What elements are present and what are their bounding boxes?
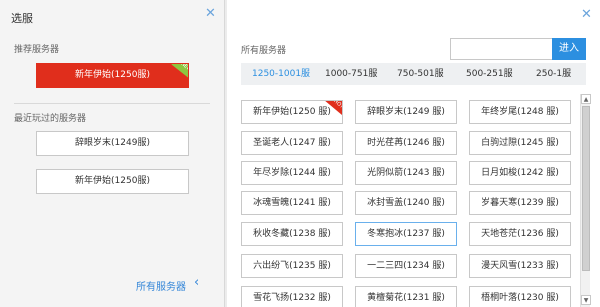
server-label: 六出纷飞(1235 服): [253, 261, 331, 271]
server-button[interactable]: 年尽岁除(1244 服): [241, 161, 343, 185]
server-button[interactable]: 梧桐叶落(1230 服): [469, 286, 571, 307]
server-button[interactable]: 日月如梭(1242 服): [469, 161, 571, 185]
server-label: 冰魂雪魄(1241 服): [253, 198, 331, 208]
server-label: 日月如梭(1242 服): [481, 168, 559, 178]
server-button[interactable]: 白驹过隙(1245 服): [469, 131, 571, 155]
divider: [14, 103, 210, 104]
recommended-server-label: 新年伊始(1250服): [75, 70, 150, 80]
recommended-label: 推荐服务器: [14, 45, 60, 55]
new-badge: NEW: [171, 64, 188, 81]
server-button[interactable]: 六出纷飞(1235 服): [241, 254, 343, 278]
server-label: 梧桐叶落(1230 服): [481, 293, 559, 303]
server-label: 圣诞老人(1247 服): [253, 138, 331, 148]
server-button[interactable]: 光阴似箭(1243 服): [355, 161, 457, 185]
server-button[interactable]: 辞眼岁末(1249 服): [355, 100, 457, 124]
scroll-down-icon[interactable]: ▼: [581, 295, 591, 305]
server-label: 冰封雪盖(1240 服): [367, 198, 445, 208]
server-label: 雪花飞扬(1232 服): [253, 293, 331, 303]
server-label: 光阴似箭(1243 服): [367, 168, 445, 178]
server-label: 天地苍茫(1236 服): [481, 229, 559, 239]
server-label: 白驹过隙(1245 服): [481, 138, 559, 148]
left-panel: 选服 ✕ 推荐服务器 新年伊始(1250服) NEW 最近玩过的服务器 辞眼岁末…: [0, 0, 225, 307]
chevron-left-icon[interactable]: ‹: [194, 276, 199, 289]
server-button[interactable]: 冰魂雪魄(1241 服): [241, 191, 343, 215]
panel-title: 选服: [11, 12, 33, 25]
search-input[interactable]: [450, 38, 553, 60]
server-label: 一二三四(1234 服): [367, 261, 445, 271]
server-button[interactable]: 黄檀菊花(1231 服): [355, 286, 457, 307]
server-label: 年尽岁除(1244 服): [253, 168, 331, 178]
server-button[interactable]: 年终岁尾(1248 服): [469, 100, 571, 124]
server-button[interactable]: 一二三四(1234 服): [355, 254, 457, 278]
scrollbar-thumb[interactable]: [582, 106, 590, 271]
recent-server-button[interactable]: 辞眼岁末(1249服): [36, 131, 189, 156]
range-tabs: 1250-1001服 1000-751服 750-501服 500-251服 2…: [241, 63, 586, 85]
server-label: 漫天风雪(1233 服): [481, 261, 559, 271]
server-button[interactable]: 冰封雪盖(1240 服): [355, 191, 457, 215]
server-button[interactable]: 圣诞老人(1247 服): [241, 131, 343, 155]
recommended-server-button[interactable]: 新年伊始(1250服) NEW: [36, 63, 189, 88]
scrollbar[interactable]: ▲ ▼: [580, 94, 591, 307]
server-label: 冬寒抱冰(1237 服): [367, 229, 445, 239]
server-button[interactable]: 岁暮天寒(1239 服): [469, 191, 571, 215]
server-label: 秋收冬藏(1238 服): [253, 229, 331, 239]
server-button[interactable]: 漫天风雪(1233 服): [469, 254, 571, 278]
server-button[interactable]: 新年伊始(1250 服) HOT: [241, 100, 343, 124]
all-servers-title: 所有服务器: [241, 46, 287, 56]
tab-range[interactable]: 500-251服: [466, 63, 513, 85]
right-panel: ✕ 所有服务器 进入 1250-1001服 1000-751服 750-501服…: [227, 0, 600, 307]
tab-range[interactable]: 750-501服: [397, 63, 444, 85]
recent-server-button[interactable]: 新年伊始(1250服): [36, 169, 189, 194]
server-button[interactable]: 天地苍茫(1236 服): [469, 222, 571, 246]
server-button[interactable]: 时光荏苒(1246 服): [355, 131, 457, 155]
scroll-up-icon[interactable]: ▲: [581, 94, 591, 104]
server-label: 年终岁尾(1248 服): [481, 107, 559, 117]
server-button[interactable]: 秋收冬藏(1238 服): [241, 222, 343, 246]
server-label: 新年伊始(1250 服): [253, 107, 331, 117]
enter-button[interactable]: 进入: [552, 38, 586, 60]
server-label: 黄檀菊花(1231 服): [367, 293, 445, 303]
server-label: 时光荏苒(1246 服): [367, 138, 445, 148]
recent-server-label: 新年伊始(1250服): [75, 176, 150, 186]
all-servers-link[interactable]: 所有服务器: [136, 278, 186, 293]
recent-server-label: 辞眼岁末(1249服): [75, 138, 150, 148]
server-button[interactable]: 雪花飞扬(1232 服): [241, 286, 343, 307]
recent-label: 最近玩过的服务器: [14, 114, 87, 124]
tab-range[interactable]: 250-1服: [536, 63, 571, 85]
close-icon[interactable]: ✕: [581, 8, 592, 21]
close-icon[interactable]: ✕: [205, 7, 216, 20]
server-label: 辞眼岁末(1249 服): [367, 107, 445, 117]
server-grid: 新年伊始(1250 服) HOT 辞眼岁末(1249 服) 年终岁尾(1248 …: [241, 94, 586, 307]
tab-range[interactable]: 1000-751服: [325, 63, 377, 85]
server-button-selected[interactable]: 冬寒抱冰(1237 服): [355, 222, 457, 246]
tab-range[interactable]: 1250-1001服: [252, 63, 310, 85]
server-label: 岁暮天寒(1239 服): [481, 198, 559, 208]
